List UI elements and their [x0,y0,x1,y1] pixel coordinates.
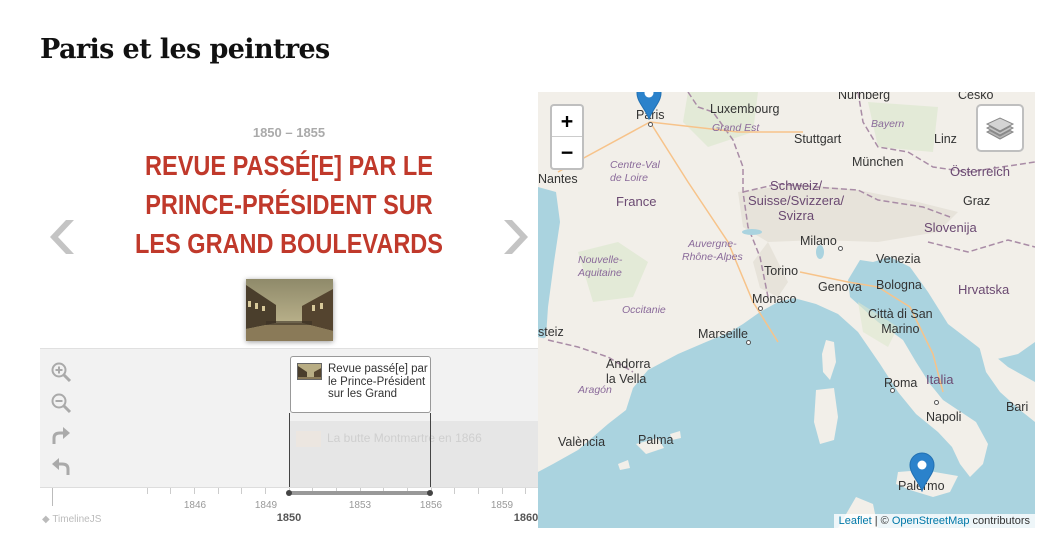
openstreetmap-link[interactable]: OpenStreetMap [892,515,970,527]
map-label: Milano [800,234,837,248]
chevron-right-icon [504,220,528,254]
map-label: València [558,435,606,449]
map-label: Linz [934,132,957,146]
redo-arrow-icon [52,427,70,444]
location-pin-icon [636,92,662,121]
map-label: Bayern [871,118,905,130]
tick-label: 1856 [419,500,443,511]
map-label: France [616,194,657,209]
map-marker-palermo[interactable] [909,452,935,493]
map-label: Hrvatska [958,282,1010,297]
map-base-tiles [538,92,1035,528]
map-label: Roma [884,376,918,390]
map-layers-button[interactable] [976,104,1024,152]
map-label: Marseille [698,327,749,341]
map-label: Nantes [538,172,578,186]
timelinejs-brand[interactable]: ◆ TimelineJS [42,514,101,525]
map-label: Occitanie [622,304,666,316]
map-label: Bari [1006,400,1029,414]
timeline-zoom-in-button[interactable] [50,361,72,383]
zoom-in-icon [51,362,72,383]
map-label: Centre-Val de Loire [610,159,660,184]
range-start-dot [286,490,292,496]
map[interactable]: Nürnberg Česko Luxembourg Grand Est Baye… [538,92,1035,528]
map-label: Nürnberg [838,92,891,102]
city-dot [746,340,751,345]
timeline-forward-button[interactable] [50,425,72,447]
marker-end-line [430,413,431,491]
timeline-marker-active[interactable]: Revue passé[e] par le Prince-Président s… [290,356,431,413]
map-label: Italia [926,372,954,387]
map-label: München [852,155,904,169]
timeline-back-to-start-button[interactable] [50,456,72,478]
map-marker-paris[interactable] [636,92,662,121]
timeline-navigation[interactable]: La butte Montmartre en 1866 Revue passé[… [40,348,538,528]
tick-label-major: 1850 [276,512,302,524]
chevron-left-icon [50,220,74,254]
map-label: Andorra la Vella [606,357,651,386]
city-dot [648,122,653,127]
tick-label-major: 1860 [513,512,538,524]
map-label: Torino [764,264,799,278]
slide-painting-image[interactable] [246,279,333,341]
city-dot [758,306,763,311]
map-label: Napoli [926,410,962,424]
map-label: Genova [818,280,862,294]
marker-start-line [289,413,290,491]
slide-headline: Revue passé[e] par le Prince-Président s… [135,150,443,259]
map-label: Graz [963,194,991,208]
city-dot [838,246,843,251]
map-label: Luxembourg [710,102,780,116]
timelinejs-logo-icon: ◆ [42,514,50,525]
tick-label: 1853 [348,500,372,511]
map-label: Grand Est [712,122,760,134]
layers-icon [985,117,1015,140]
map-label: Bologna [876,278,922,292]
map-label: Česko [958,92,994,102]
city-dot [934,400,939,405]
marker-title: Revue passé[e] par le Prince-Président s… [328,363,428,400]
timeline: 1850 – 1855 Revue passé[e] par le Prince… [40,92,538,528]
slide-date: 1850 – 1855 [252,125,326,140]
time-axis[interactable]: 1846 1849 1853 1856 1859 1850 1860 ◆ Tim… [40,487,538,528]
active-range-bar [289,491,431,495]
map-zoom-in-button[interactable]: + [552,106,582,137]
location-pin-icon [909,452,935,493]
tick-label: 1859 [490,500,514,511]
marker-title: La butte Montmartre en 1866 [327,431,482,445]
city-dot [890,388,895,393]
timeline-marker[interactable]: La butte Montmartre en 1866 [290,421,538,451]
previous-slide-button[interactable] [50,216,80,258]
map-zoom-out-button[interactable]: − [552,137,582,168]
map-label: Nouvelle- Aquitaine [578,254,623,279]
map-label: steiz [538,325,564,339]
map-label: Città di San Marino [868,307,933,336]
range-end-dot [427,490,433,496]
map-label: Palma [638,433,674,447]
leaflet-link[interactable]: Leaflet [839,515,872,527]
timeline-zoom-out-button[interactable] [50,392,72,414]
map-label: Slovenija [924,220,977,235]
map-label: Österreich [950,164,1010,179]
tick-label: 1849 [254,500,278,511]
map-label: Stuttgart [794,132,842,146]
tick-label: 1846 [183,500,207,511]
map-label: Auvergne- Rhône-Alpes [682,238,743,263]
map-label: Monaco [752,292,797,306]
map-label: Aragón [578,384,612,396]
zoom-out-icon [51,393,72,414]
map-zoom-control: + − [550,104,584,170]
page-title: Paris et les peintres [40,34,330,65]
undo-arrow-icon [52,458,70,475]
marker-thumbnail [296,431,321,447]
marker-thumbnail [297,363,322,380]
map-label: Venezia [876,252,921,266]
next-slide-button[interactable] [498,216,528,258]
map-attribution: Leaflet | © OpenStreetMap contributors [833,514,1035,528]
map-label: Schweiz/ Suisse/Svizzera/ Svizra [748,178,845,223]
